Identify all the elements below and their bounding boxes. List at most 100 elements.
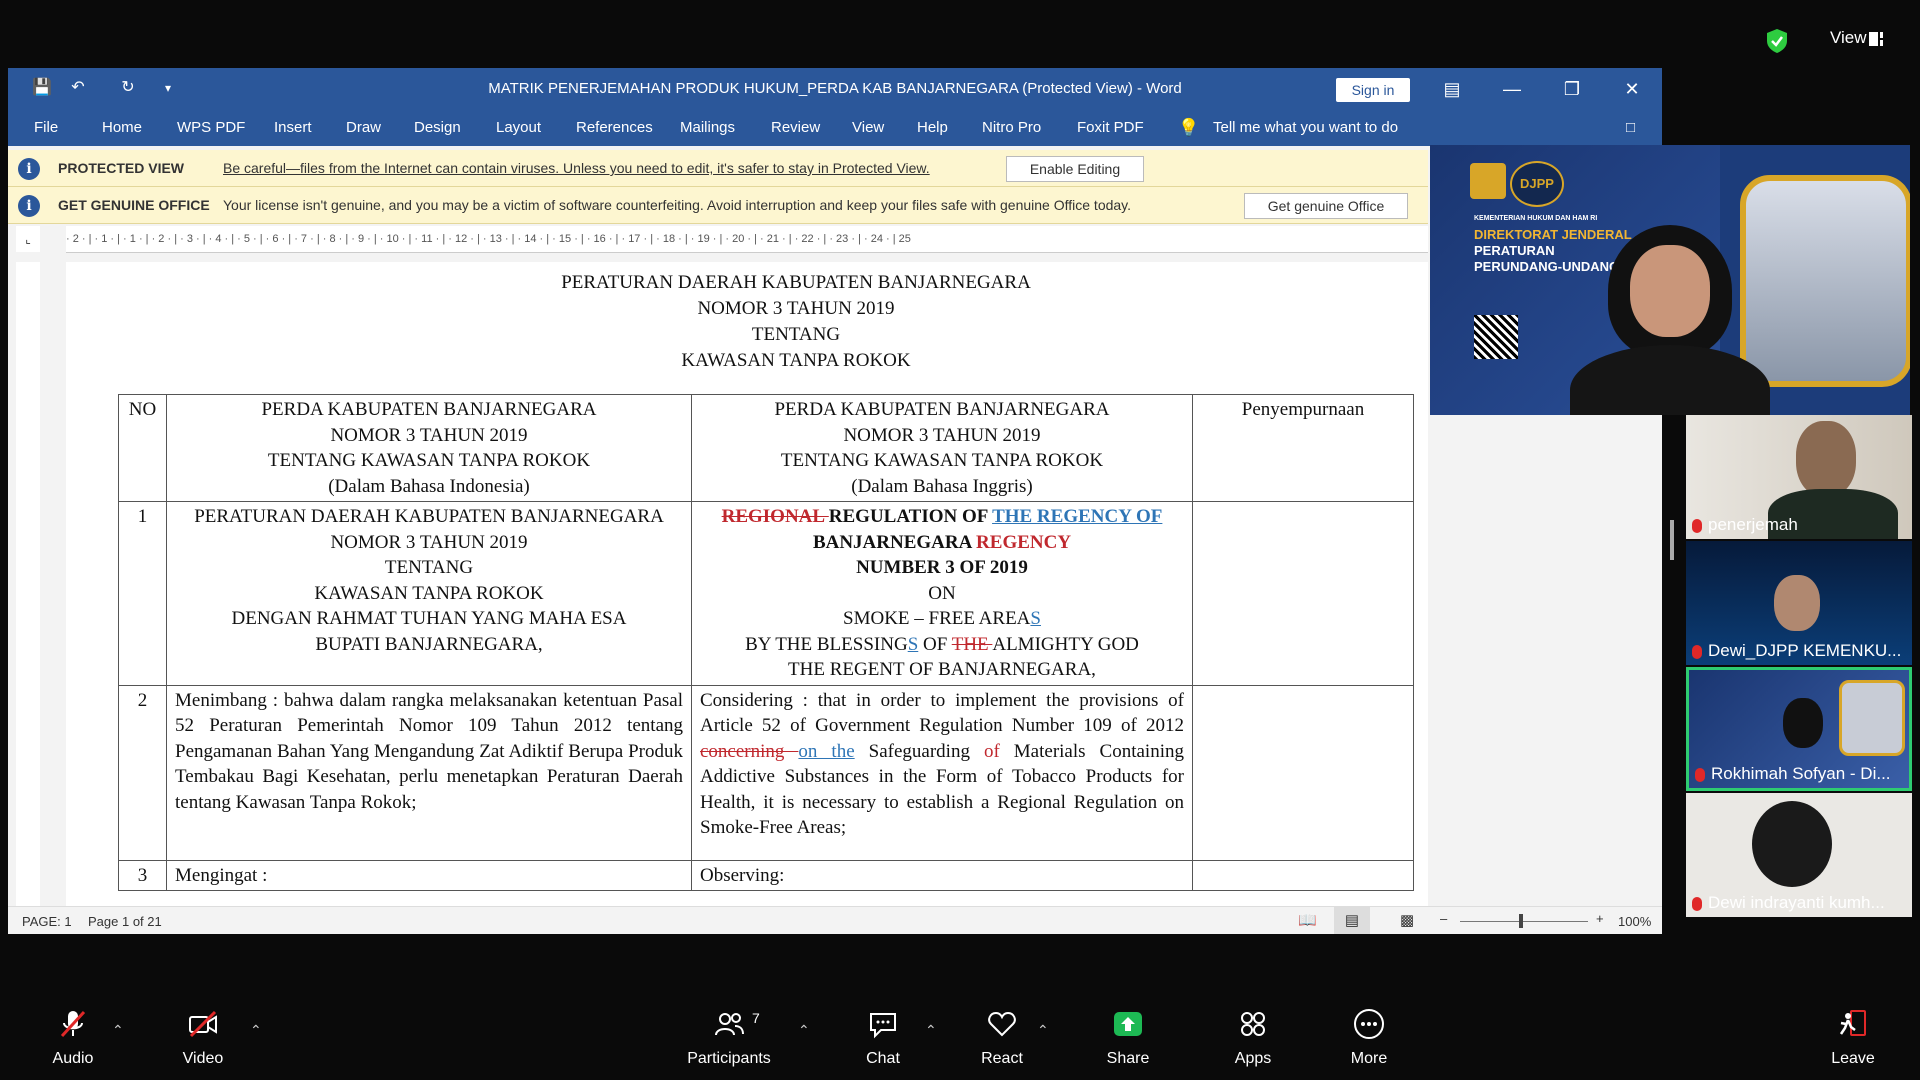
inserted-text: S [907, 633, 919, 655]
tab-file[interactable]: File [34, 110, 58, 146]
cell-line: TENTANG [384, 557, 474, 578]
ministry-logo [1470, 163, 1506, 199]
ribbon-display-icon[interactable]: ▤ [1432, 74, 1472, 104]
page-count[interactable]: Page 1 of 21 [88, 914, 162, 929]
genuine-office-message: Your license isn't genuine, and you may … [223, 197, 1132, 213]
horizontal-ruler[interactable]: · 2 · | · 1 · | · 1 · | · 2 · | · 3 · | … [66, 226, 1428, 253]
tab-references[interactable]: References [576, 110, 653, 146]
cell-line: ON [928, 582, 956, 604]
deleted-text: of [983, 740, 1000, 762]
customize-toolbar-icon[interactable]: ▾ [158, 78, 178, 98]
english-cell: REGIONAL REGULATION OF THE REGENCY OF BA… [691, 501, 1193, 686]
more-button[interactable]: More [1324, 998, 1414, 1080]
presenter-video[interactable]: DJPP KEMENTERIAN HUKUM DAN HAM RI DIREKT… [1430, 145, 1910, 415]
tab-design[interactable]: Design [414, 110, 461, 146]
chat-button[interactable]: Chat [838, 998, 928, 1080]
zoom-slider[interactable] [1460, 921, 1588, 922]
document-heading: PERATURAN DAERAH KABUPATEN BANJARNEGARA … [66, 270, 1428, 374]
chat-options-caret[interactable]: ⌃ [925, 1022, 937, 1039]
cell-line: NOMOR 3 TAHUN 2019 [330, 531, 528, 553]
minimize-button[interactable]: — [1492, 74, 1532, 104]
apps-button[interactable]: Apps [1208, 998, 1298, 1080]
vertical-ruler[interactable] [16, 262, 40, 934]
deleted-text: THE [951, 633, 993, 655]
leave-button[interactable]: Leave [1808, 998, 1898, 1080]
improvement-cell [1192, 501, 1414, 686]
row-number: 3 [118, 859, 167, 891]
header-line: TENTANG KAWASAN TANPA ROKOK [267, 450, 591, 471]
video-button[interactable]: Video [158, 998, 248, 1080]
zoom-in-icon[interactable]: + [1596, 911, 1604, 926]
react-button[interactable]: React [957, 998, 1047, 1080]
tab-help[interactable]: Help [917, 110, 948, 146]
shield-check-icon[interactable] [1765, 28, 1789, 54]
protected-view-message[interactable]: Be careful—files from the Internet can c… [223, 150, 930, 186]
participant-face [1752, 801, 1832, 887]
enable-editing-button[interactable]: Enable Editing [1006, 156, 1144, 182]
view-button[interactable]: View [1830, 28, 1867, 48]
share-button[interactable]: Share [1083, 998, 1173, 1080]
deleted-text: concerning [700, 740, 799, 762]
participant-tile[interactable]: Dewi_DJPP KEMENKU... [1686, 541, 1912, 665]
restore-button[interactable]: ❐ [1552, 74, 1592, 104]
qr-code [1474, 315, 1518, 359]
participants-options-caret[interactable]: ⌃ [798, 1022, 810, 1039]
participant-tile-active[interactable]: Rokhimah Sofyan - Di... [1686, 667, 1912, 791]
muted-mic-icon [1692, 518, 1702, 533]
cell-line: THE REGENT OF BANJARNEGARA, [788, 659, 1096, 680]
redo-icon[interactable]: ↻ [118, 78, 138, 98]
tab-foxit-pdf[interactable]: Foxit PDF [1077, 110, 1144, 146]
zoom-slider-thumb[interactable] [1519, 914, 1523, 928]
get-genuine-office-button[interactable]: Get genuine Office [1244, 193, 1408, 219]
tab-nitro-pro[interactable]: Nitro Pro [982, 110, 1041, 146]
tab-view[interactable]: View [852, 110, 884, 146]
genuine-office-bar: i GET GENUINE OFFICE Your license isn't … [8, 187, 1428, 224]
tab-review[interactable]: Review [771, 110, 820, 146]
cell-line: DENGAN RAHMAT TUHAN YANG MAHA ESA [231, 608, 627, 629]
apps-label: Apps [1234, 1050, 1272, 1067]
react-options-caret[interactable]: ⌃ [1037, 1022, 1049, 1039]
save-icon[interactable]: 💾 [32, 78, 52, 98]
info-icon: i [18, 195, 40, 217]
meeting-controls-bar: Audio ⌃ Video ⌃ 7 Participants ⌃ Chat ⌃ … [0, 998, 1920, 1080]
view-grid-icon[interactable] [1868, 31, 1884, 47]
zoom-level[interactable]: 100% [1618, 914, 1651, 929]
read-mode-icon[interactable]: 📖 [1298, 911, 1317, 929]
comments-icon[interactable]: □ [1626, 110, 1635, 146]
tab-selector[interactable]: ⌞ [16, 226, 40, 252]
cell-text: Considering : that in order to implement… [700, 689, 1184, 737]
tab-home[interactable]: Home [102, 110, 142, 146]
indonesian-cell: Mengingat : [166, 859, 692, 891]
tab-wps-pdf[interactable]: WPS PDF [177, 110, 245, 146]
audio-button[interactable]: Audio [28, 998, 118, 1080]
header-line: (Dalam Bahasa Indonesia) [328, 475, 530, 497]
page-indicator[interactable]: PAGE: 1 [22, 914, 72, 929]
header-line: PERDA KABUPATEN BANJARNEGARA [261, 399, 597, 420]
tab-insert[interactable]: Insert [274, 110, 312, 146]
participant-tile[interactable]: Dewi indrayanti kumh... [1686, 793, 1912, 917]
gallery-resize-handle[interactable] [1670, 520, 1674, 560]
participant-tile[interactable]: penerjemah [1686, 415, 1912, 539]
header-line: NOMOR 3 TAHUN 2019 [843, 424, 1041, 446]
sign-in-button[interactable]: Sign in [1336, 78, 1410, 102]
cell-text: BY THE BLESSING [745, 633, 908, 655]
tab-draw[interactable]: Draw [346, 110, 381, 146]
web-layout-icon[interactable]: ▩ [1400, 911, 1414, 929]
row-number: 2 [118, 684, 167, 861]
zoom-out-icon[interactable]: – [1440, 911, 1447, 926]
audio-label: Audio [52, 1050, 94, 1067]
document-page[interactable]: PERATURAN DAERAH KABUPATEN BANJARNEGARA … [66, 262, 1428, 934]
tab-mailings[interactable]: Mailings [680, 110, 735, 146]
audio-options-caret[interactable]: ⌃ [112, 1022, 124, 1039]
tab-layout[interactable]: Layout [496, 110, 541, 146]
print-layout-icon[interactable]: ▤ [1334, 907, 1370, 934]
close-button[interactable]: ✕ [1612, 74, 1652, 104]
col-english-header: PERDA KABUPATEN BANJARNEGARA NOMOR 3 TAH… [691, 394, 1193, 502]
slide-line2: PERATURAN [1474, 243, 1555, 258]
participants-button[interactable]: 7 Participants [684, 998, 774, 1080]
tell-me-search[interactable]: Tell me what you want to do [1213, 110, 1398, 146]
video-options-caret[interactable]: ⌃ [250, 1022, 262, 1039]
undo-icon[interactable]: ↶ [68, 78, 88, 98]
inserted-text: THE REGENCY OF [992, 506, 1163, 527]
leave-label: Leave [1831, 1050, 1875, 1067]
